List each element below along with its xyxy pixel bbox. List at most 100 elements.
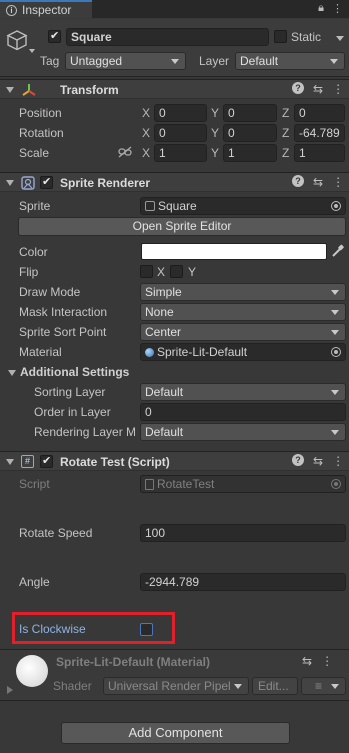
gameobject-name-field[interactable]: Square xyxy=(66,28,269,46)
script-hash-icon: # xyxy=(21,455,34,468)
active-checkbox[interactable] xyxy=(48,29,61,43)
rotation-y-label[interactable]: Y xyxy=(211,126,219,140)
transform-header[interactable]: Transform ? ⇆ ⋮ xyxy=(0,79,349,99)
tab-controls: 🔒︎ ⋮ xyxy=(318,2,343,15)
sprite-renderer-title: Sprite Renderer xyxy=(60,176,151,190)
sprite-renderer-enabled-checkbox[interactable] xyxy=(40,175,53,189)
transform-header-icons: ? ⇆ ⋮ xyxy=(292,82,344,96)
position-z-field[interactable]: 0 xyxy=(294,104,345,122)
rotate-test-foldout-icon[interactable] xyxy=(6,459,14,465)
lock-icon[interactable]: 🔒︎ xyxy=(318,2,324,15)
position-y-field[interactable]: 0 xyxy=(223,104,277,122)
static-checkbox[interactable] xyxy=(274,30,287,43)
order-in-layer-field[interactable]: 0 xyxy=(140,403,346,421)
rotation-x-label[interactable]: X xyxy=(142,126,150,140)
icon-dropdown-arrow-icon[interactable] xyxy=(29,49,35,53)
info-icon: i xyxy=(6,4,17,16)
scale-x-field[interactable]: 1 xyxy=(154,144,207,162)
scale-y-label[interactable]: Y xyxy=(211,146,219,160)
position-label: Position xyxy=(19,106,62,120)
rotate-test-title: Rotate Test (Script) xyxy=(60,455,170,469)
position-x-label[interactable]: X xyxy=(142,106,150,120)
sprite-sort-point-dropdown[interactable]: Center xyxy=(140,323,346,341)
tab-inspector-label: Inspector xyxy=(22,3,72,17)
is-clockwise-checkbox[interactable] xyxy=(140,623,153,636)
presets-icon[interactable]: ⇆ xyxy=(302,654,312,668)
object-picker-icon[interactable] xyxy=(331,347,341,357)
help-icon[interactable]: ? xyxy=(292,175,304,187)
kebab-menu-icon[interactable]: ⋮ xyxy=(332,454,344,468)
material-sphere-icon xyxy=(145,348,154,357)
kebab-menu-icon[interactable]: ⋮ xyxy=(332,175,344,189)
transform-foldout-icon[interactable] xyxy=(6,87,14,93)
rotation-z-field[interactable]: -64.789 xyxy=(294,124,345,142)
scale-x-label[interactable]: X xyxy=(142,146,150,160)
scale-z-field[interactable]: 1 xyxy=(294,144,345,162)
tag-label: Tag xyxy=(40,54,60,68)
sorting-layer-dropdown[interactable]: Default xyxy=(140,383,346,401)
rotation-z-label[interactable]: Z xyxy=(282,126,289,140)
tag-dropdown[interactable]: Untagged xyxy=(65,52,186,70)
position-x-field[interactable]: 0 xyxy=(154,104,207,122)
help-icon[interactable]: ? xyxy=(292,454,304,466)
layer-dropdown[interactable]: Default xyxy=(235,52,345,70)
script-value: RotateTest xyxy=(157,477,215,491)
open-sprite-editor-button[interactable]: Open Sprite Editor xyxy=(18,217,346,236)
sprite-object-field[interactable]: Square xyxy=(140,197,346,215)
help-icon[interactable]: ? xyxy=(292,82,304,94)
rotation-y-field[interactable]: 0 xyxy=(223,124,277,142)
rotation-x-field[interactable]: 0 xyxy=(154,124,207,142)
additional-settings-label[interactable]: Additional Settings xyxy=(20,365,129,379)
position-y-label[interactable]: Y xyxy=(211,106,219,120)
material-section: Sprite-Lit-Default (Material) ⇆ ⋮ Shader… xyxy=(0,649,349,701)
cube-icon xyxy=(6,30,28,51)
sprite-renderer-header[interactable]: Sprite Renderer ? ⇆ ⋮ xyxy=(0,172,349,192)
sorting-layer-label: Sorting Layer xyxy=(34,385,106,399)
transform-title: Transform xyxy=(60,83,119,97)
sprite-sort-point-label: Sprite Sort Point xyxy=(19,325,107,339)
material-object-field[interactable]: Sprite-Lit-Default xyxy=(140,343,346,361)
sprite-asset-icon xyxy=(145,201,155,211)
rotate-speed-label: Rotate Speed xyxy=(19,526,93,540)
tab-inspector[interactable]: i Inspector xyxy=(0,0,92,18)
shader-edit-button[interactable]: Edit... xyxy=(252,677,298,695)
mask-interaction-label: Mask Interaction xyxy=(19,305,108,319)
sprite-renderer-foldout-icon[interactable] xyxy=(6,180,14,186)
order-in-layer-label: Order in Layer xyxy=(34,405,111,419)
angle-field[interactable]: -2944.789 xyxy=(140,573,346,591)
rendering-layer-dropdown[interactable]: Default xyxy=(140,423,346,441)
additional-settings-foldout-icon[interactable] xyxy=(8,370,16,376)
eyedropper-icon[interactable] xyxy=(331,244,344,258)
flip-y-checkbox[interactable] xyxy=(170,265,183,278)
add-component-button[interactable]: Add Component xyxy=(61,722,290,744)
kebab-menu-icon[interactable]: ⋮ xyxy=(332,82,344,96)
flip-x-checkbox[interactable] xyxy=(140,265,153,278)
scale-y-field[interactable]: 1 xyxy=(223,144,277,162)
rotate-speed-field[interactable]: 100 xyxy=(140,524,346,542)
material-label: Material xyxy=(19,345,62,359)
draw-mode-dropdown[interactable]: Simple xyxy=(140,283,346,301)
shader-dropdown[interactable]: Universal Render Pipel xyxy=(103,677,249,695)
material-title: Sprite-Lit-Default (Material) xyxy=(56,655,211,669)
kebab-menu-icon[interactable]: ⋮ xyxy=(321,654,333,668)
rotate-test-enabled-checkbox[interactable] xyxy=(40,454,53,468)
presets-icon[interactable]: ⇆ xyxy=(313,175,323,189)
position-z-label[interactable]: Z xyxy=(282,106,289,120)
mask-interaction-dropdown[interactable]: None xyxy=(140,303,346,321)
shader-options-dropdown[interactable]: ≡ xyxy=(301,677,346,695)
constrain-proportions-icon[interactable] xyxy=(118,146,132,158)
object-picker-icon[interactable] xyxy=(331,201,341,211)
static-dropdown-icon[interactable] xyxy=(336,36,344,41)
list-icon: ≡ xyxy=(315,679,323,693)
kebab-menu-icon[interactable]: ⋮ xyxy=(332,2,343,15)
presets-icon[interactable]: ⇆ xyxy=(313,82,323,96)
rotate-test-header[interactable]: # Rotate Test (Script) ? ⇆ ⋮ xyxy=(0,451,349,471)
sprite-label: Sprite xyxy=(19,199,51,213)
sprite-renderer-header-icons: ? ⇆ ⋮ xyxy=(292,175,344,189)
material-foldout-icon[interactable] xyxy=(7,686,13,694)
presets-icon[interactable]: ⇆ xyxy=(313,454,323,468)
layer-label: Layer xyxy=(199,54,230,68)
scale-z-label[interactable]: Z xyxy=(282,146,289,160)
gameobject-header: Square Static Tag Untagged Layer Default xyxy=(0,19,349,77)
color-swatch[interactable] xyxy=(141,243,327,260)
